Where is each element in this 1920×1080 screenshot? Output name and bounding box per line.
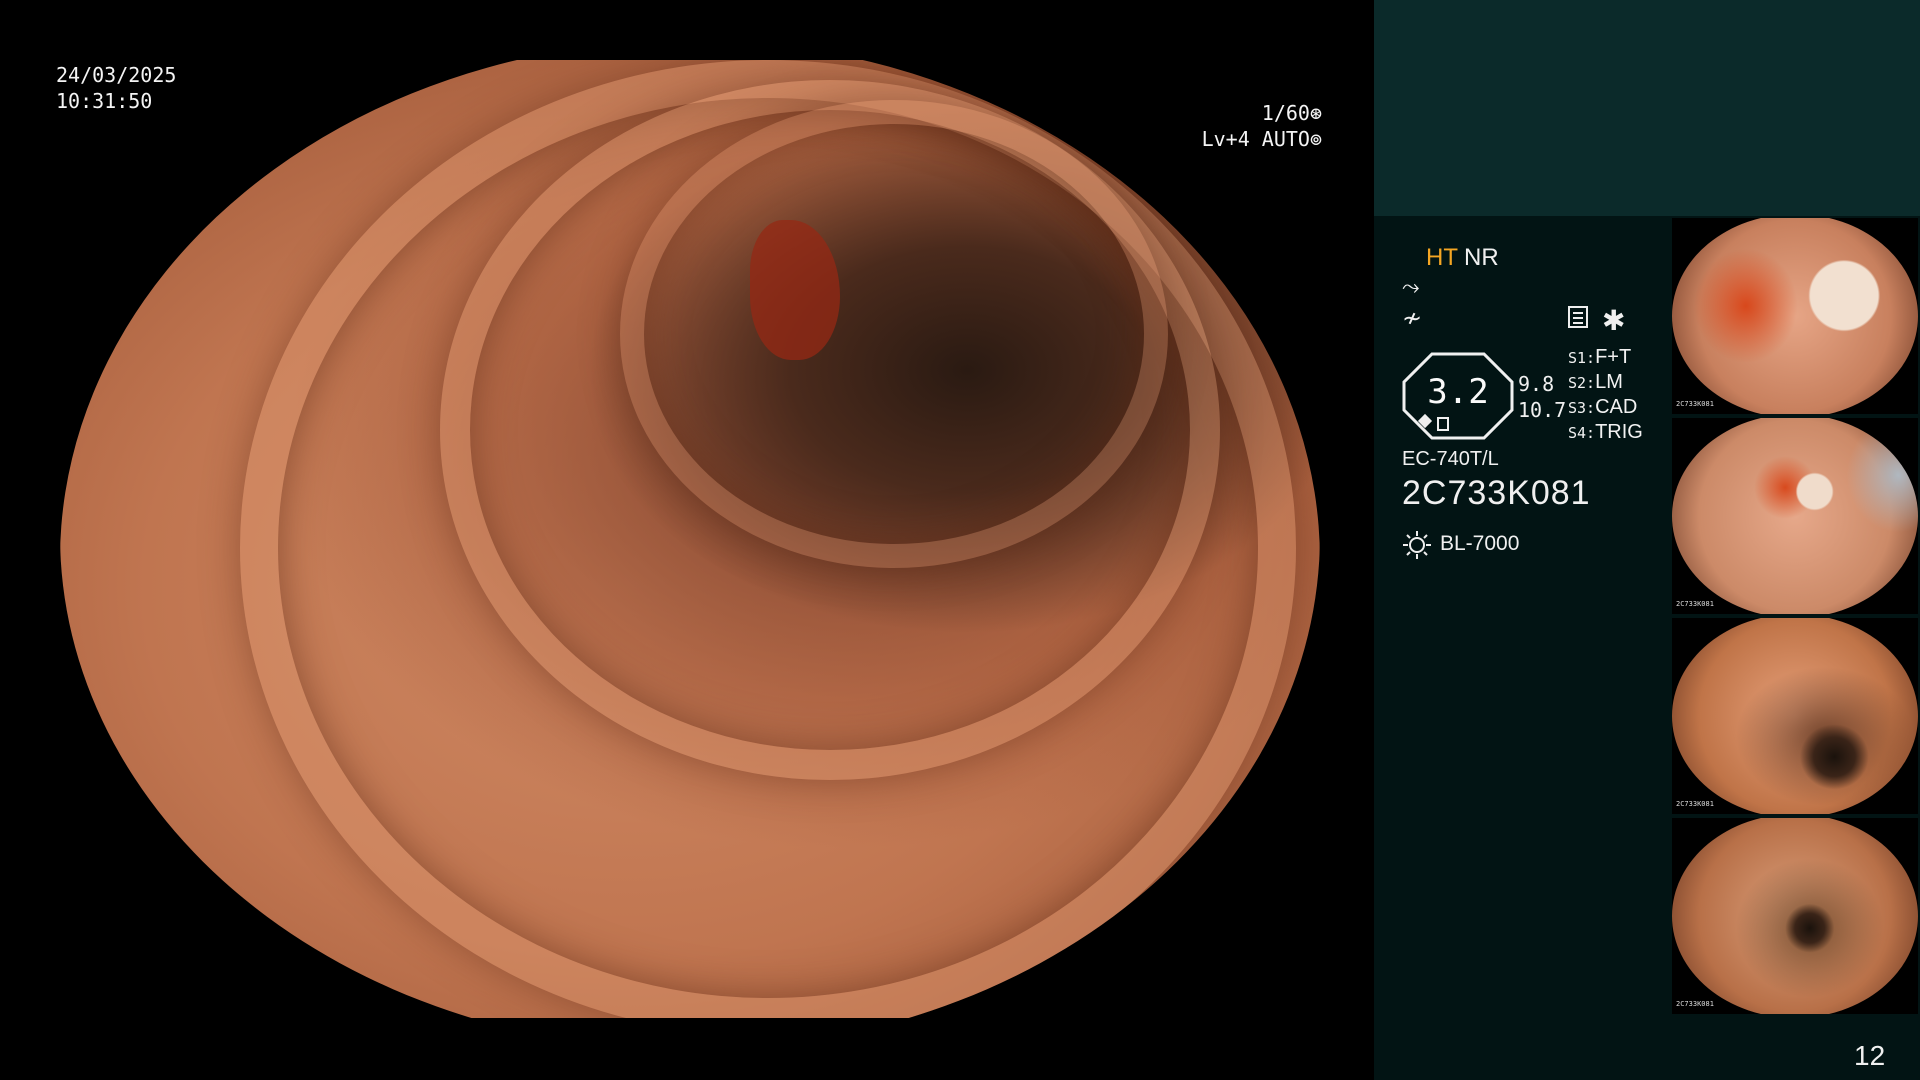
thumbnail-serial: 2C733K081 [1676, 400, 1714, 408]
switch-key: S1: [1568, 349, 1596, 367]
thumbnail-image [1672, 618, 1918, 814]
switch-key: S2: [1568, 374, 1596, 392]
thumbnail-serial: 2C733K081 [1676, 600, 1714, 608]
switch-s3: S3:CAD [1568, 396, 1637, 419]
scope-model: EC-740T/L [1402, 448, 1499, 470]
structure-icon: ≁ [1402, 305, 1423, 332]
panel-header-area [1374, 0, 1920, 216]
gauge-value: 3.2 [1427, 372, 1489, 412]
endoscope-main-view: 24/03/2025 10:31:50 1/60⊛ Lv+4 AUTO⊚ [0, 0, 1374, 1080]
thumbnail-1[interactable]: 2C733K081 [1672, 218, 1918, 414]
scope-serial: 2C733K081 [1402, 474, 1591, 512]
thumbnail-2[interactable]: 2C733K081 [1672, 418, 1918, 614]
endoscopic-image [60, 20, 1320, 1050]
switch-value: TRIG [1595, 421, 1643, 443]
mucosal-fold [620, 100, 1168, 568]
light-source-icon [1403, 531, 1431, 559]
exposure-display: 1/60⊛ Lv+4 AUTO⊚ [1202, 100, 1322, 152]
value-b: 10.7 [1518, 398, 1567, 422]
switch-s4: S4:TRIG [1568, 421, 1643, 444]
datetime-display: 24/03/2025 10:31:50 [56, 62, 176, 114]
page-number: 12 [1854, 1040, 1886, 1071]
light-source-label: BL-7000 [1440, 532, 1520, 555]
shutter-icon: ⊛ [1309, 101, 1322, 125]
auto-exposure-icon: ⊚ [1309, 127, 1322, 151]
switch-value: CAD [1595, 396, 1638, 418]
mode-ht-label: HT [1426, 244, 1458, 271]
thumbnail-serial: 2C733K081 [1676, 1000, 1714, 1008]
thumbnail-image [1672, 218, 1918, 414]
switch-s1: S1:F+T [1568, 346, 1631, 369]
mode-nr-label: NR [1464, 244, 1499, 271]
level-label: Lv+4 AUTO [1201, 127, 1310, 151]
thumbnail-image [1672, 818, 1918, 1014]
menu-icon [1568, 306, 1588, 328]
thumbnail-3[interactable]: 2C733K081 [1672, 618, 1918, 814]
thumbnail-image [1672, 418, 1918, 614]
switch-key: S3: [1568, 399, 1596, 417]
thumbnail-4[interactable]: 2C733K081 [1672, 818, 1918, 1014]
date-label: 24/03/2025 [56, 63, 177, 87]
shutter-label: 1/60 [1261, 101, 1310, 125]
thumbnail-serial: 2C733K081 [1676, 800, 1714, 808]
enhancement-icon: ⤳ [1402, 274, 1420, 299]
switch-s2: S2:LM [1568, 371, 1623, 394]
switch-value: F+T [1595, 346, 1632, 368]
time-label: 10:31:50 [56, 89, 153, 113]
value-a: 9.8 [1518, 372, 1555, 396]
switch-key: S4: [1568, 424, 1596, 442]
switch-value: LM [1595, 371, 1623, 393]
asterisk-icon: ✱ [1602, 305, 1626, 336]
